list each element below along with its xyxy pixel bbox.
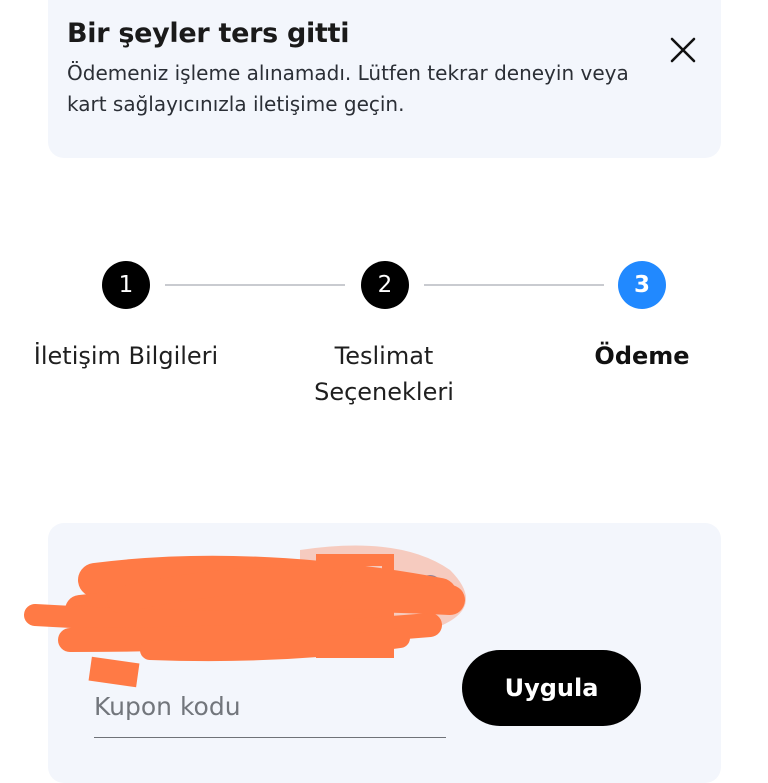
step-1-circle[interactable]: 1 (102, 261, 150, 309)
step-3-circle[interactable]: 3 (618, 261, 666, 309)
coupon-card (48, 523, 721, 783)
coupon-code-field[interactable] (94, 676, 446, 738)
step-connector-2 (424, 284, 604, 286)
alert-message-line-2: kart sağlayıcınızla iletişime geçin. (67, 92, 405, 116)
step-2-label: Teslimat Seçenekleri (284, 338, 484, 410)
step-2-label-line-1: Teslimat (334, 342, 434, 370)
step-connector-1 (165, 284, 345, 286)
apply-coupon-button[interactable]: Uygula (462, 650, 641, 726)
close-icon[interactable] (665, 32, 701, 68)
alert-message-line-1: Ödemeniz işleme alınamadı. Lütfen tekrar… (67, 61, 629, 85)
alert-title: Bir şeyler ters gitti (67, 18, 350, 49)
step-3-label: Ödeme (594, 342, 690, 370)
alert-message: Ödemeniz işleme alınamadı. Lütfen tekrar… (67, 58, 667, 120)
step-1-label: İletişim Bilgileri (33, 342, 219, 370)
step-2-circle[interactable]: 2 (361, 261, 409, 309)
step-2-label-line-2: Seçenekleri (314, 378, 454, 406)
error-alert: Bir şeyler ters gitti Ödemeniz işleme al… (48, 0, 721, 158)
coupon-code-input[interactable] (94, 676, 446, 737)
